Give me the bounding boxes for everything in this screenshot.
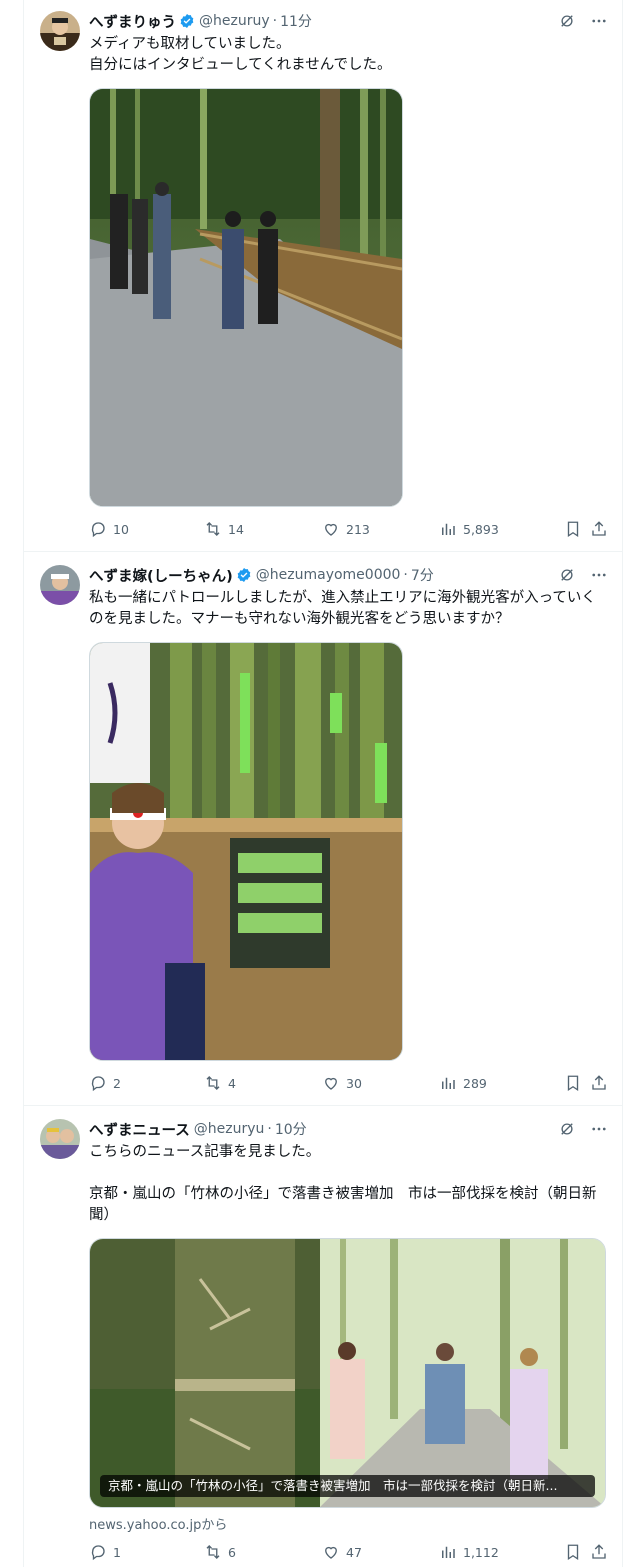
reply-button[interactable]: 10 — [89, 520, 129, 538]
bookmark-button[interactable] — [564, 1543, 582, 1561]
separator-dot: · — [403, 567, 408, 583]
tweet-top-icons — [558, 12, 608, 30]
avatar[interactable] — [40, 11, 80, 51]
heart-icon — [325, 1546, 337, 1559]
timeline-feed: へずまりゅう @hezuruy · 11分 メディアも取材していました。 自分に… — [23, 0, 623, 1567]
retweet-icon — [206, 522, 220, 536]
reply-icon — [91, 1545, 105, 1561]
separator-dot: · — [267, 1121, 272, 1137]
reply-icon — [91, 1076, 105, 1092]
card-title: 京都・嵐山の「竹林の小径」で落書き被害増加 市は一部伐採を検討（朝日新... — [100, 1475, 595, 1497]
reply-button[interactable]: 1 — [89, 1543, 121, 1561]
tweet-1[interactable]: へずまりゅう @hezuruy · 11分 メディアも取材していました。 自分に… — [24, 0, 622, 552]
tweet-top-icons — [558, 566, 608, 584]
share-button[interactable] — [590, 1074, 608, 1092]
retweet-icon — [206, 1076, 220, 1090]
photo-carved-bamboo-and-tourists-icon — [90, 1239, 605, 1507]
retweet-count: 4 — [228, 1075, 236, 1091]
views-button[interactable]: 1,112 — [439, 1543, 499, 1561]
reply-count: 2 — [113, 1075, 121, 1091]
like-button[interactable]: 47 — [322, 1543, 362, 1561]
retweet-icon — [206, 1545, 220, 1559]
retweet-count: 6 — [228, 1544, 236, 1560]
grok-icon[interactable] — [558, 1120, 576, 1138]
tweet-2[interactable]: へずま嫁(しーちゃん) @hezumayome0000 · 7分 私も一緒にパト… — [24, 552, 622, 1106]
reply-icon — [91, 522, 105, 538]
more-options-icon[interactable] — [590, 566, 608, 584]
reply-button[interactable]: 2 — [89, 1074, 121, 1092]
tweet-text: 私も一緒にパトロールしましたが、進入禁止エリアに海外観光客が入っていくのを見まし… — [89, 590, 596, 627]
grok-icon[interactable] — [558, 12, 576, 30]
tweet-actions: 2 4 30 289 — [89, 1073, 608, 1093]
card-source[interactable]: news.yahoo.co.jpから — [89, 1514, 227, 1533]
analytics-icon — [442, 523, 455, 535]
reply-count: 10 — [113, 521, 129, 537]
tweet-actions: 10 14 213 5,893 — [89, 519, 608, 539]
heart-icon — [325, 1077, 337, 1090]
link-card[interactable]: 京都・嵐山の「竹林の小径」で落書き被害増加 市は一部伐採を検討（朝日新... — [89, 1238, 606, 1508]
heart-icon — [325, 523, 337, 536]
tweet-text: こちらのニュース記事を見ました。 京都・嵐山の「竹林の小径」で落書き被害増加 市… — [89, 1144, 597, 1223]
tweet-header: へずまニュース @hezuryu · 10分 — [89, 1119, 606, 1139]
bookmark-icon — [567, 521, 579, 538]
photo-woman-pointing-at-sign-icon — [90, 643, 402, 1060]
timestamp[interactable]: 10分 — [275, 1119, 307, 1139]
retweet-button[interactable]: 14 — [204, 520, 244, 538]
views-button[interactable]: 5,893 — [439, 520, 499, 538]
more-options-icon[interactable] — [590, 12, 608, 30]
analytics-icon — [442, 1077, 455, 1089]
tweet-media-photo[interactable] — [89, 88, 403, 507]
verified-badge-icon — [180, 14, 194, 28]
bookmark-button[interactable] — [564, 520, 582, 538]
view-count: 5,893 — [463, 521, 499, 537]
reply-count: 1 — [113, 1544, 121, 1560]
more-options-icon[interactable] — [590, 1120, 608, 1138]
timestamp[interactable]: 7分 — [411, 565, 434, 585]
like-count: 213 — [346, 521, 370, 537]
retweet-button[interactable]: 4 — [204, 1074, 236, 1092]
tweet-media-photo[interactable] — [89, 642, 403, 1061]
tweet-text: メディアも取材していました。 自分にはインタビューしてくれませんでした。 — [89, 36, 392, 73]
user-handle[interactable]: @hezuruy — [199, 13, 270, 29]
retweet-count: 14 — [228, 521, 244, 537]
bookmark-icon — [567, 1075, 579, 1092]
verified-badge-icon — [237, 568, 251, 582]
share-button[interactable] — [590, 520, 608, 538]
tweet-actions: 1 6 47 1,112 — [89, 1542, 608, 1562]
like-count: 47 — [346, 1544, 362, 1560]
tweet-3[interactable]: へずまニュース @hezuryu · 10分 こちらのニュース記事を見ました。 … — [24, 1106, 622, 1567]
tweet-top-icons — [558, 1120, 608, 1138]
bookmark-button[interactable] — [564, 1074, 582, 1092]
user-handle[interactable]: @hezumayome0000 — [256, 567, 401, 583]
user-handle[interactable]: @hezuryu — [194, 1121, 265, 1137]
retweet-button[interactable]: 6 — [204, 1543, 236, 1561]
like-button[interactable]: 30 — [322, 1074, 362, 1092]
views-button[interactable]: 289 — [439, 1074, 487, 1092]
grok-icon[interactable] — [558, 566, 576, 584]
share-icon — [592, 1544, 606, 1559]
avatar[interactable] — [40, 565, 80, 605]
timestamp[interactable]: 11分 — [280, 11, 312, 31]
separator-dot: · — [272, 13, 278, 29]
view-count: 289 — [463, 1075, 487, 1091]
display-name[interactable]: へずまりゅう — [89, 11, 176, 32]
photo-bamboo-path-film-crew-icon — [90, 89, 402, 506]
view-count: 1,112 — [463, 1544, 499, 1560]
share-icon — [592, 521, 606, 536]
display-name[interactable]: へずまニュース — [89, 1119, 190, 1140]
like-button[interactable]: 213 — [322, 520, 370, 538]
bookmark-icon — [567, 1544, 579, 1561]
tweet-header: へずま嫁(しーちゃん) @hezumayome0000 · 7分 — [89, 565, 606, 585]
display-name[interactable]: へずま嫁(しーちゃん) — [89, 565, 233, 586]
share-button[interactable] — [590, 1543, 608, 1561]
share-icon — [592, 1075, 606, 1090]
analytics-icon — [442, 1546, 455, 1558]
tweet-header: へずまりゅう @hezuruy · 11分 — [89, 11, 606, 31]
like-count: 30 — [346, 1075, 362, 1091]
avatar[interactable] — [40, 1119, 80, 1159]
